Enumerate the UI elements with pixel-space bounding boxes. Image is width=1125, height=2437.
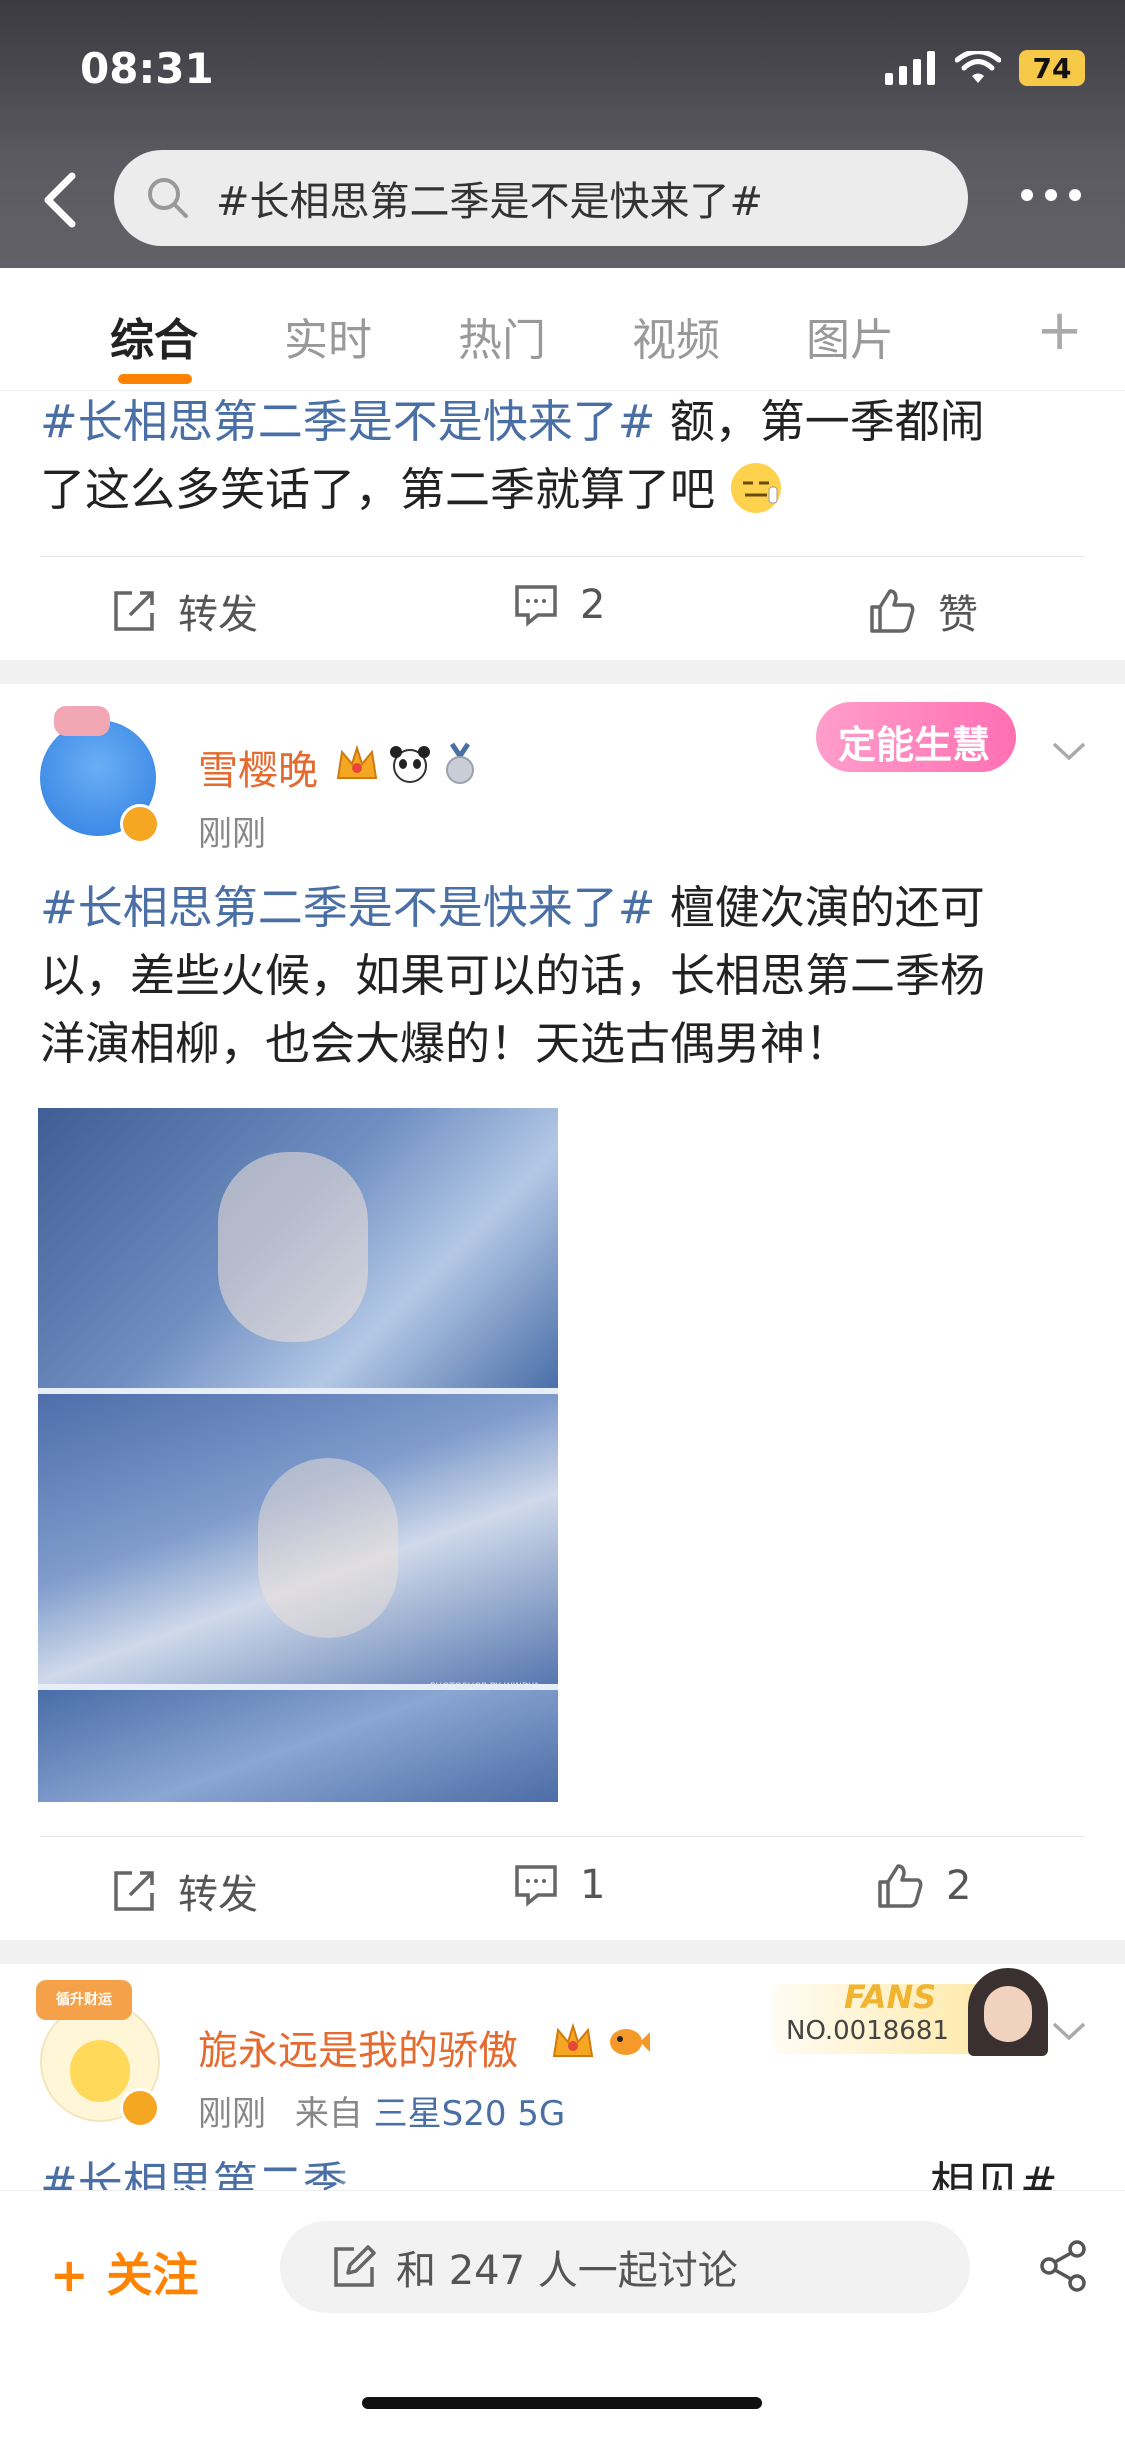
battery-indicator: 74 (1019, 50, 1085, 86)
crown-badge-icon (336, 744, 378, 779)
add-tab-icon[interactable]: + (1036, 298, 1083, 363)
back-icon[interactable] (36, 170, 86, 230)
discuss-input[interactable]: 和 247 人一起讨论 (280, 2221, 970, 2313)
follow-button[interactable]: + 关注 (50, 2239, 199, 2305)
home-indicator (362, 2397, 762, 2409)
more-options-icon[interactable] (1009, 186, 1081, 205)
search-bar[interactable]: #长相思第二季是不是快来了# (114, 150, 968, 246)
top-header: 08:31 74 #长相思第二季是不是快来了# (0, 0, 1125, 268)
chevron-down-icon[interactable] (1050, 738, 1088, 764)
feed-separator (0, 1940, 1125, 1964)
active-tab-indicator (118, 374, 192, 384)
post1-text: #长相思第二季是不是快来了# 额，第一季都闹 了这么多笑话了，第二季就算了吧 (40, 395, 985, 516)
post2-repost-button[interactable]: 转发 (112, 1862, 258, 1920)
post2-text: #长相思第二季是不是快来了# 檀健次演的还可 以，差些火候，如果可以的话，长相思… (40, 881, 986, 1070)
post1-like-button[interactable]: 赞 (868, 582, 978, 640)
post3-username[interactable]: 旎永远是我的骄傲 (198, 2018, 518, 2076)
post2-image[interactable]: PHOTOSHOP BY WINDY1 (38, 1108, 558, 1802)
tab-realtime[interactable]: 实时 (284, 304, 372, 368)
post3-fans-badge: FANS NO.0018681 (772, 1968, 1048, 2060)
signal-icon (885, 51, 935, 85)
search-query: #长相思第二季是不是快来了# (216, 179, 764, 225)
post2-actions: 转发 1 2 (0, 1840, 1125, 1940)
post1-topic-link[interactable]: #长相思第二季是不是快来了# (40, 395, 655, 448)
verified-badge-icon (120, 804, 160, 844)
post3-text-clipped: #长相思第二季 相见# (40, 2157, 1058, 2190)
post3-device-link[interactable]: 三星S20 5G (374, 2094, 566, 2134)
status-time: 08:31 (80, 44, 214, 93)
post2-time: 刚刚 (198, 814, 266, 854)
comment-icon (515, 585, 557, 627)
post2-avatar[interactable] (34, 700, 160, 846)
share-icon[interactable] (1037, 2239, 1091, 2293)
tab-video[interactable]: 视频 (632, 304, 720, 368)
crown-badge-icon (552, 2022, 594, 2057)
divider (40, 1836, 1085, 1837)
feed-separator (0, 660, 1125, 684)
post2-comment-button[interactable]: 1 (514, 1862, 605, 1908)
post2-username[interactable]: 雪樱晚 (198, 738, 318, 796)
post1-repost-button[interactable]: 转发 (112, 582, 258, 640)
wifi-icon (955, 51, 1001, 83)
tab-bar: 综合 实时 热门 视频 图片 + (0, 268, 1125, 391)
post2-like-button[interactable]: 2 (876, 1862, 971, 1910)
fish-badge-icon (610, 2029, 650, 2055)
post3-user-badges (550, 2022, 650, 2062)
verified-badge-icon (120, 2088, 160, 2128)
search-icon (148, 178, 188, 218)
post3-meta: 刚刚 来自 三星S20 5G (198, 2094, 566, 2134)
emoji-icon (731, 463, 782, 513)
bottom-action-bar: + 关注 和 247 人一起讨论 (0, 2190, 1125, 2437)
post3-avatar[interactable]: 循升财运 (30, 1980, 170, 2130)
medal-icon (446, 742, 474, 784)
post2-topic-link[interactable]: #长相思第二季是不是快来了# (40, 881, 655, 934)
chevron-down-icon[interactable] (1050, 2018, 1088, 2044)
edit-icon (334, 2245, 376, 2287)
comment-icon (515, 1865, 557, 1907)
status-icons: 74 (885, 48, 1085, 88)
like-icon (870, 589, 915, 633)
tab-hot[interactable]: 热门 (458, 304, 546, 368)
post1-actions: 转发 2 赞 (0, 560, 1125, 660)
post2-sticker-badge: 定能生慧 (816, 688, 1046, 784)
repost-icon (114, 591, 154, 631)
panda-icon (390, 746, 430, 783)
post1-comment-button[interactable]: 2 (514, 582, 605, 628)
plus-icon: + (50, 2248, 89, 2302)
image-watermark: PHOTOSHOP BY WINDY1 (430, 1682, 540, 1692)
post2-user-badges (334, 742, 480, 786)
tab-comprehensive[interactable]: 综合 (110, 304, 198, 368)
tab-images[interactable]: 图片 (806, 304, 894, 368)
divider (40, 556, 1085, 557)
repost-icon (114, 1871, 154, 1911)
like-icon (878, 1864, 923, 1908)
